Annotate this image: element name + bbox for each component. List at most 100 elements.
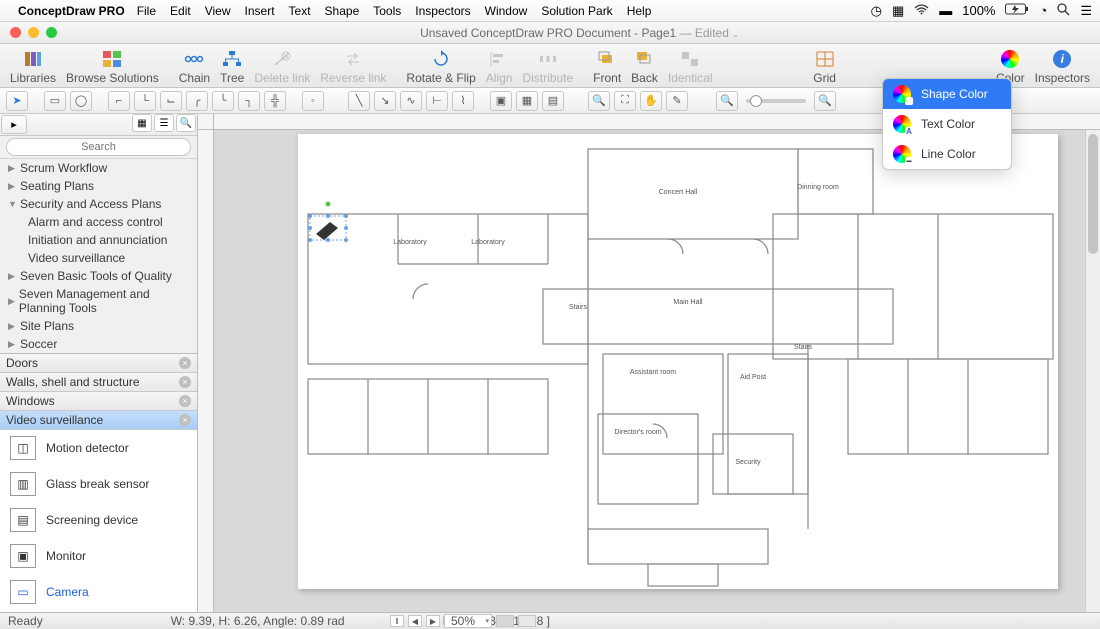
side-search-icon[interactable]: 🔍 [176,114,196,132]
close-icon[interactable]: × [179,414,191,426]
menu-view[interactable]: View [205,4,231,18]
zoom-in2-icon[interactable]: 🔍 [814,91,836,111]
tree-child-item[interactable]: Initiation and annunciation [0,231,197,249]
connector-2-icon[interactable]: └ [134,91,156,111]
line-tool-icon[interactable]: ╲ [348,91,370,111]
pencil-tool-icon[interactable]: ✎ [666,91,688,111]
connector-6-icon[interactable]: ┐ [238,91,260,111]
pointer-tool-icon[interactable]: ➤ [6,91,28,111]
ellipse-tool-icon[interactable]: ◯ [70,91,92,111]
tree-item[interactable]: ▼Security and Access Plans [0,195,197,213]
zoom-slider[interactable] [746,99,806,103]
sidebar-search-input[interactable] [6,138,191,156]
connector-5-icon[interactable]: ╰ [212,91,234,111]
status-clock2-icon[interactable]: ◔ [1039,3,1047,18]
tree-item[interactable]: ▶Seven Basic Tools of Quality [0,267,197,285]
browse-solutions-button[interactable]: Browse Solutions [66,49,159,85]
app-name[interactable]: ConceptDraw PRO [18,4,125,18]
lock-tool-icon[interactable]: ▤ [542,91,564,111]
page-tab-2[interactable] [518,615,536,627]
shape-item[interactable]: ▥Glass break sensor [0,466,197,502]
status-wifi-icon[interactable] [914,3,929,18]
arrow-tool-icon[interactable]: ↘ [374,91,396,111]
selected-camera-shape[interactable] [308,202,348,243]
zoom-out-icon[interactable]: 🔍 [716,91,738,111]
tree-item[interactable]: ▶Site Plans [0,317,197,335]
libraries-button[interactable]: Libraries [10,49,56,85]
status-flag-icon[interactable]: ▬ [939,3,952,18]
zoom-window-icon[interactable] [46,27,57,38]
side-expand-icon[interactable]: ▸ [1,115,27,134]
tree-item[interactable]: ▶Seating Plans [0,177,197,195]
page-tab-1[interactable] [496,615,514,627]
canvas-area[interactable]: Concert Hall Dinning room Laboratory Lab… [198,114,1100,612]
rect-tool-icon[interactable]: ▭ [44,91,66,111]
connector-1-icon[interactable]: ⌐ [108,91,130,111]
status-grid-icon[interactable]: ▦ [892,3,904,19]
line-color-item[interactable]: ━ Line Color [883,139,1011,169]
menu-help[interactable]: Help [627,4,652,18]
inspectors-button[interactable]: i Inspectors [1035,49,1090,85]
tree-item[interactable]: ▶Soccer [0,335,197,353]
node-tool-icon[interactable]: ◦ [302,91,324,111]
menu-solution-park[interactable]: Solution Park [541,4,612,18]
shape-item[interactable]: ▣Monitor [0,538,197,574]
status-menu-icon[interactable]: ☰ [1080,3,1092,19]
side-list-icon[interactable]: ☰ [154,114,174,132]
curve-tool-icon[interactable]: ∿ [400,91,422,111]
tree-button[interactable]: Tree [220,49,244,85]
segment-tool-icon[interactable]: ⊢ [426,91,448,111]
page-first-icon[interactable]: ‖ [390,615,404,627]
tree-item[interactable]: ▶Scrum Workflow [0,159,197,177]
tree-child-item[interactable]: Alarm and access control [0,213,197,231]
connector-4-icon[interactable]: ╭ [186,91,208,111]
minimize-window-icon[interactable] [28,27,39,38]
zoom-fit-icon[interactable]: ⛶ [614,91,636,111]
chain-button[interactable]: Chain [179,49,210,85]
connector-3-icon[interactable]: ⌙ [160,91,182,111]
library-row[interactable]: Video surveillance× [0,411,197,430]
close-icon[interactable]: × [179,395,191,407]
menu-insert[interactable]: Insert [245,4,275,18]
side-grid-icon[interactable]: ▦ [132,114,152,132]
close-icon[interactable]: × [179,376,191,388]
connector-7-icon[interactable]: ╬ [264,91,286,111]
library-row[interactable]: Windows× [0,392,197,411]
page-next-icon[interactable]: ▶ [426,615,440,627]
polyline-tool-icon[interactable]: ⌇ [452,91,474,111]
grid-button[interactable]: Grid [813,49,836,85]
menu-window[interactable]: Window [485,4,528,18]
edited-indicator[interactable]: — Edited ⌄ [680,26,739,40]
menu-edit[interactable]: Edit [170,4,191,18]
zoom-select[interactable]: 50% [444,614,492,628]
shape-color-item[interactable]: ▫ Shape Color [883,79,1011,109]
shape-item[interactable]: ◫Motion detector [0,430,197,466]
close-icon[interactable]: × [179,357,191,369]
back-button[interactable]: Back [631,49,658,85]
page-prev-icon[interactable]: ◀ [408,615,422,627]
status-battery-icon[interactable] [1005,3,1029,18]
tree-child-item[interactable]: Video surveillance [0,249,197,267]
drawing-page[interactable]: Concert Hall Dinning room Laboratory Lab… [298,134,1058,589]
menu-file[interactable]: File [137,4,156,18]
menu-shape[interactable]: Shape [325,4,360,18]
tree-item[interactable]: ▶Seven Management and Planning Tools [0,285,197,317]
rotate-flip-button[interactable]: Rotate & Flip [406,49,475,85]
library-row[interactable]: Doors× [0,354,197,373]
menu-inspectors[interactable]: Inspectors [415,4,470,18]
status-clock-icon[interactable]: ◷ [871,3,882,19]
shape-item[interactable]: ◉Camera P/T/Z [0,610,197,612]
vertical-scrollbar[interactable] [1085,130,1100,612]
hand-tool-icon[interactable]: ✋ [640,91,662,111]
group-tool-icon[interactable]: ▣ [490,91,512,111]
status-spotlight-icon[interactable] [1057,3,1070,19]
shape-item[interactable]: ▭Camera [0,574,197,610]
front-button[interactable]: Front [593,49,621,85]
text-color-item[interactable]: A Text Color [883,109,1011,139]
menu-text[interactable]: Text [289,4,311,18]
zoom-in-icon[interactable]: 🔍 [588,91,610,111]
shape-item[interactable]: ▤Screening device [0,502,197,538]
ungroup-tool-icon[interactable]: ▦ [516,91,538,111]
menu-tools[interactable]: Tools [373,4,401,18]
library-row[interactable]: Walls, shell and structure× [0,373,197,392]
